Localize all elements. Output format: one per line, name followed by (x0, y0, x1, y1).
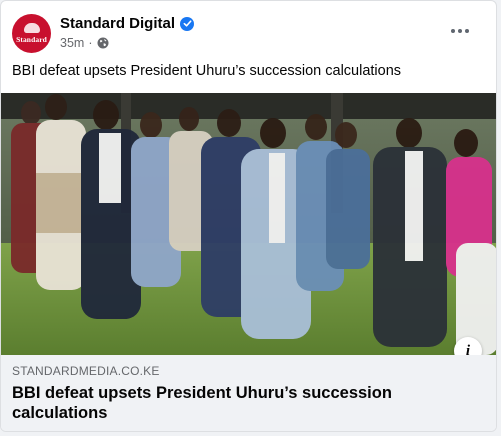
page-name[interactable]: Standard Digital (60, 15, 175, 32)
link-title[interactable]: BBI defeat upsets President Uhuru’s succ… (12, 383, 482, 423)
link-domain: STANDARDMEDIA.CO.KE (12, 364, 160, 378)
facebook-post-card: Standard Standard Digital 35m · BBI defe… (0, 0, 497, 432)
link-preview-image[interactable] (1, 93, 496, 355)
verified-badge-icon (180, 16, 195, 31)
link-preview[interactable]: STANDARDMEDIA.CO.KE BBI defeat upsets Pr… (1, 355, 496, 431)
post-timestamp[interactable]: 35m (60, 36, 84, 50)
post-header: Standard Standard Digital 35m · (1, 1, 496, 61)
globe-icon (97, 37, 109, 49)
post-text: BBI defeat upsets President Uhuru’s succ… (12, 63, 402, 79)
more-options-icon[interactable] (446, 23, 474, 39)
page-avatar[interactable]: Standard (12, 14, 51, 53)
meta-separator: · (88, 36, 93, 50)
crest-icon (23, 23, 40, 33)
avatar-logo-text: Standard (16, 35, 47, 44)
post-meta: 35m · (60, 36, 109, 50)
page-name-row: Standard Digital (60, 15, 195, 32)
